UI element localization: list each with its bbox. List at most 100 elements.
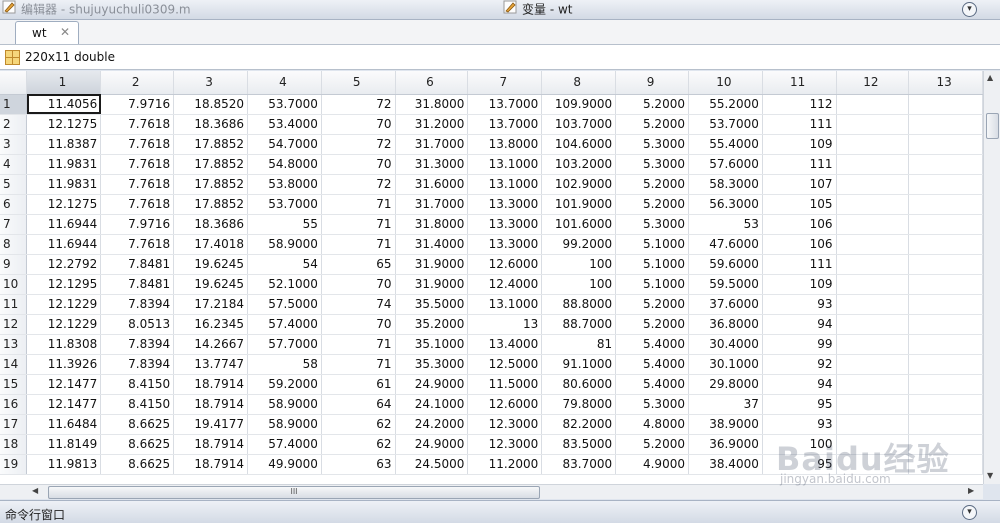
row-header[interactable]: 3 xyxy=(0,134,28,155)
grid-cell[interactable] xyxy=(908,434,983,455)
grid-cell[interactable] xyxy=(836,134,910,155)
grid-cell[interactable]: 18.8520 xyxy=(173,94,248,115)
grid-cell[interactable]: 13.3000 xyxy=(467,214,543,235)
grid-cell[interactable]: 88.7000 xyxy=(541,314,617,335)
grid-cell[interactable]: 5.4000 xyxy=(615,334,689,355)
grid-cell[interactable]: 7.7618 xyxy=(100,234,175,255)
grid-cell[interactable]: 13.1000 xyxy=(467,294,543,315)
grid-cell[interactable]: 7.8394 xyxy=(100,294,175,315)
grid-cell[interactable]: 11.8308 xyxy=(26,334,102,355)
grid-cell[interactable]: 106 xyxy=(762,234,837,255)
grid-cell[interactable]: 5.2000 xyxy=(615,94,689,115)
grid-cell[interactable]: 99 xyxy=(762,334,837,355)
grid-cell[interactable]: 35.3000 xyxy=(395,354,469,375)
grid-cell[interactable]: 11.6944 xyxy=(26,214,102,235)
grid-cell[interactable]: 81 xyxy=(541,334,617,355)
grid-cell[interactable]: 111 xyxy=(762,154,837,175)
grid-cell[interactable] xyxy=(836,434,910,455)
grid-cell[interactable]: 12.6000 xyxy=(467,254,543,275)
grid-corner[interactable] xyxy=(0,71,28,95)
row-header[interactable]: 19 xyxy=(0,454,28,475)
grid-cell[interactable]: 53 xyxy=(688,214,763,235)
grid-cell[interactable]: 31.6000 xyxy=(395,174,469,195)
grid-cell[interactable]: 64 xyxy=(321,394,396,415)
grid-cell[interactable]: 8.0513 xyxy=(100,314,175,335)
grid-cell[interactable] xyxy=(836,94,910,115)
grid-cell[interactable]: 13.4000 xyxy=(467,334,543,355)
grid-cell[interactable]: 63 xyxy=(321,454,396,475)
grid-cell[interactable]: 5.2000 xyxy=(615,174,689,195)
grid-cell[interactable] xyxy=(908,114,983,135)
grid-cell[interactable]: 11.5000 xyxy=(467,374,543,395)
grid-cell[interactable]: 31.4000 xyxy=(395,234,469,255)
grid-cell[interactable]: 80.6000 xyxy=(541,374,617,395)
grid-cell[interactable]: 17.4018 xyxy=(173,234,248,255)
grid-cell[interactable]: 18.7914 xyxy=(173,434,248,455)
grid-cell[interactable]: 11.8387 xyxy=(26,134,102,155)
variables-pane-title[interactable]: 变量 - wt xyxy=(503,0,572,19)
grid-cell[interactable]: 105 xyxy=(762,194,837,215)
grid-cell[interactable]: 57.4000 xyxy=(247,434,322,455)
grid-cell[interactable]: 70 xyxy=(321,274,396,295)
grid-cell[interactable]: 12.1275 xyxy=(26,194,102,215)
grid-cell[interactable]: 24.1000 xyxy=(395,394,469,415)
grid-cell[interactable]: 7.7618 xyxy=(100,114,175,135)
column-header[interactable]: 2 xyxy=(100,71,175,95)
grid-cell[interactable]: 18.7914 xyxy=(173,374,248,395)
grid-cell[interactable]: 70 xyxy=(321,154,396,175)
grid-cell[interactable]: 5.3000 xyxy=(615,214,689,235)
grid-cell[interactable]: 19.4177 xyxy=(173,414,248,435)
grid-cell[interactable]: 58.3000 xyxy=(688,174,763,195)
grid-cell[interactable]: 8.4150 xyxy=(100,374,175,395)
grid-cell[interactable] xyxy=(908,254,983,275)
grid-cell[interactable]: 7.8481 xyxy=(100,254,175,275)
grid-cell[interactable]: 54.8000 xyxy=(247,154,322,175)
grid-cell[interactable]: 99.2000 xyxy=(541,234,617,255)
grid-cell[interactable] xyxy=(836,214,910,235)
grid-cell[interactable]: 4.9000 xyxy=(615,454,689,475)
grid-cell[interactable]: 37 xyxy=(688,394,763,415)
grid-cell[interactable]: 59.6000 xyxy=(688,254,763,275)
grid-cell[interactable]: 12.5000 xyxy=(467,354,543,375)
row-header[interactable]: 7 xyxy=(0,214,28,235)
grid-cell[interactable]: 101.6000 xyxy=(541,214,617,235)
grid-cell[interactable]: 30.1000 xyxy=(688,354,763,375)
grid-cell[interactable] xyxy=(908,94,983,115)
column-header[interactable]: 10 xyxy=(688,71,763,95)
grid-cell[interactable] xyxy=(908,414,983,435)
grid-cell[interactable]: 11.4056 xyxy=(26,94,102,115)
grid-cell[interactable] xyxy=(836,374,910,395)
grid-cell[interactable]: 83.5000 xyxy=(541,434,617,455)
row-header[interactable]: 13 xyxy=(0,334,28,355)
grid-cell[interactable]: 53.4000 xyxy=(247,114,322,135)
grid-cell[interactable]: 30.4000 xyxy=(688,334,763,355)
grid-cell[interactable]: 58.9000 xyxy=(247,414,322,435)
tab-wt[interactable]: wt ✕ xyxy=(15,21,79,44)
grid-cell[interactable]: 55.4000 xyxy=(688,134,763,155)
grid-cell[interactable] xyxy=(836,314,910,335)
row-header[interactable]: 4 xyxy=(0,154,28,175)
row-header[interactable]: 9 xyxy=(0,254,28,275)
grid-cell[interactable]: 94 xyxy=(762,374,837,395)
grid-cell[interactable] xyxy=(836,274,910,295)
grid-cell[interactable]: 58.9000 xyxy=(247,394,322,415)
grid-cell[interactable]: 18.7914 xyxy=(173,394,248,415)
grid-cell[interactable]: 95 xyxy=(762,394,837,415)
grid-cell[interactable]: 79.8000 xyxy=(541,394,617,415)
grid-cell[interactable]: 92 xyxy=(762,354,837,375)
grid-cell[interactable]: 49.9000 xyxy=(247,454,322,475)
grid-cell[interactable]: 11.6484 xyxy=(26,414,102,435)
grid-cell[interactable]: 7.8394 xyxy=(100,334,175,355)
grid-cell[interactable]: 106 xyxy=(762,214,837,235)
editor-pane-title[interactable]: 编辑器 - shujuyuchuli0309.m xyxy=(2,0,191,19)
grid-cell[interactable]: 7.7618 xyxy=(100,194,175,215)
grid-cell[interactable]: 56.3000 xyxy=(688,194,763,215)
grid-cell[interactable] xyxy=(836,194,910,215)
grid-cell[interactable]: 7.7618 xyxy=(100,134,175,155)
grid-cell[interactable]: 57.6000 xyxy=(688,154,763,175)
grid-cell[interactable]: 31.7000 xyxy=(395,134,469,155)
grid-cell[interactable]: 111 xyxy=(762,114,837,135)
grid-cell[interactable]: 72 xyxy=(321,174,396,195)
grid-cell[interactable]: 5.2000 xyxy=(615,194,689,215)
column-header[interactable]: 13 xyxy=(908,71,983,95)
